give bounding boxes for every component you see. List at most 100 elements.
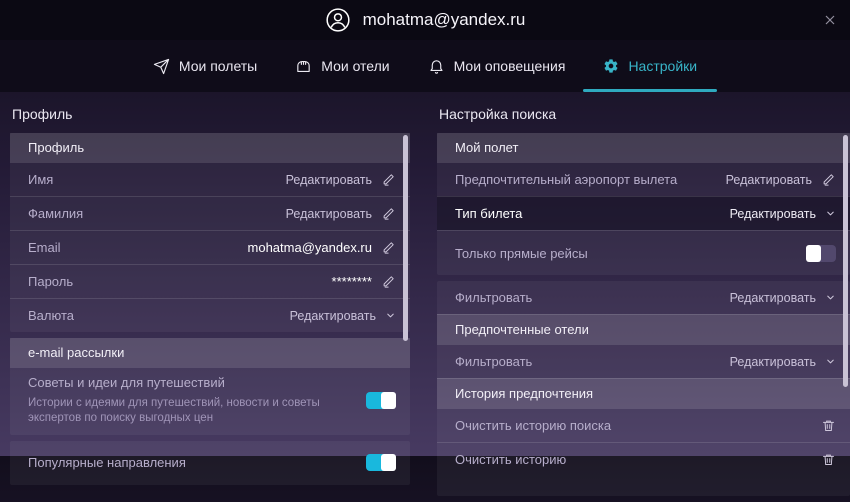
edit-label: Редактировать	[730, 291, 816, 305]
edit-preferred-airport-button[interactable]: Редактировать	[726, 172, 836, 187]
row-ticket-type: Тип билета Редактировать	[437, 196, 850, 230]
row-label: Только прямые рейсы	[455, 246, 588, 261]
group-header-label: Профиль	[28, 140, 84, 155]
pencil-icon	[821, 172, 836, 187]
row-description: Истории с идеями для путешествий, новост…	[28, 396, 340, 426]
filters-hotels-history-group: Фильтровать Редактировать Предпочтенные …	[437, 281, 850, 496]
popular-destinations-toggle[interactable]	[366, 454, 396, 471]
row-label: Очистить историю поиска	[455, 418, 611, 433]
toggle-knob	[806, 245, 821, 262]
chevron-down-icon	[825, 292, 836, 303]
pencil-icon	[381, 240, 396, 255]
profile-scrollbar[interactable]	[403, 135, 408, 341]
row-label: Тип билета	[455, 206, 522, 221]
group-header-label: История предпочтения	[455, 386, 593, 401]
toggle-knob	[381, 392, 396, 409]
edit-email-button[interactable]: mohatma@yandex.ru	[248, 240, 396, 255]
profile-group-header: Профиль	[10, 133, 410, 162]
account-email: mohatma@yandex.ru	[363, 10, 526, 30]
search-settings-title: Настройка поиска	[439, 106, 850, 122]
group-header-label: Мой полет	[455, 140, 518, 155]
edit-label: Редактировать	[290, 309, 376, 323]
edit-label: Редактировать	[286, 173, 372, 187]
clear-history-button[interactable]	[821, 452, 836, 467]
tab-my-hotels[interactable]: Мои отели	[292, 40, 392, 92]
tab-my-flights[interactable]: Мои полеты	[150, 40, 260, 92]
row-label: Фильтровать	[455, 290, 532, 305]
direct-flights-toggle[interactable]	[806, 245, 836, 262]
row-label: Советы и идеи для путешествий	[28, 375, 340, 390]
row-label: Валюта	[28, 308, 74, 323]
close-icon[interactable]	[822, 12, 838, 28]
row-preferred-airport: Предпочтительный аэропорт вылета Редакти…	[437, 162, 850, 196]
group-header-label: e-mail рассылки	[28, 345, 124, 360]
row-label: Имя	[28, 172, 53, 187]
row-popular-destinations: Популярные направления	[10, 441, 410, 485]
row-label: Очистить историю	[455, 452, 566, 467]
trash-icon	[821, 452, 836, 467]
row-last-name: Фамилия Редактировать	[10, 196, 410, 230]
pencil-icon	[381, 206, 396, 221]
edit-label: Редактировать	[286, 207, 372, 221]
row-label: Пароль	[28, 274, 73, 289]
row-clear-history-partial: Очистить историю	[437, 442, 850, 496]
chevron-down-icon	[825, 356, 836, 367]
my-flight-header: Мой полет	[437, 133, 850, 162]
search-settings-section: Настройка поиска Мой полет Предпочтитель…	[437, 106, 850, 502]
pencil-icon	[381, 172, 396, 187]
edit-last-name-button[interactable]: Редактировать	[286, 206, 396, 221]
toggle-label-wrap: Советы и идеи для путешествий Истории с …	[28, 375, 340, 426]
edit-currency-button[interactable]: Редактировать	[290, 309, 396, 323]
row-label: Популярные направления	[28, 455, 186, 470]
bell-icon	[428, 58, 445, 75]
edit-password-button[interactable]: ********	[332, 274, 396, 289]
edit-filter-flights-button[interactable]: Редактировать	[730, 291, 836, 305]
profile-section-title: Профиль	[12, 106, 410, 122]
row-direct-flights-only: Только прямые рейсы	[437, 230, 850, 275]
row-label: Предпочтительный аэропорт вылета	[455, 172, 677, 187]
row-label: Email	[28, 240, 61, 255]
row-password: Пароль ********	[10, 264, 410, 298]
row-label: Фильтровать	[455, 354, 532, 369]
edit-label: Редактировать	[730, 355, 816, 369]
edit-label: Редактировать	[726, 173, 812, 187]
email-subscriptions-group: e-mail рассылки Советы и идеи для путеше…	[10, 338, 410, 435]
chevron-down-icon	[825, 208, 836, 219]
tab-label: Мои полеты	[179, 58, 257, 74]
chevron-down-icon	[385, 310, 396, 321]
plane-icon	[153, 58, 170, 75]
toggle-knob	[381, 454, 396, 471]
trash-icon	[821, 418, 836, 433]
search-settings-panel: Мой полет Предпочтительный аэропорт выле…	[437, 133, 850, 496]
tab-label: Мои оповещения	[454, 58, 566, 74]
my-flight-group: Мой полет Предпочтительный аэропорт выле…	[437, 133, 850, 275]
row-label: Фамилия	[28, 206, 83, 221]
clear-search-history-button[interactable]	[821, 418, 836, 433]
edit-filter-hotels-button[interactable]: Редактировать	[730, 355, 836, 369]
edit-first-name-button[interactable]: Редактировать	[286, 172, 396, 187]
tab-label: Настройки	[628, 58, 697, 74]
row-email: Email mohatma@yandex.ru	[10, 230, 410, 264]
settings-content: Профиль Профиль Имя Редактировать Фамили…	[0, 92, 850, 502]
tab-label: Мои отели	[321, 58, 389, 74]
row-clear-search-history: Очистить историю поиска	[437, 408, 850, 442]
tab-settings[interactable]: Настройки	[600, 40, 700, 92]
row-travel-tips: Советы и идеи для путешествий Истории с …	[10, 367, 410, 435]
bed-icon	[295, 58, 312, 75]
travel-tips-toggle[interactable]	[366, 392, 396, 409]
preferred-hotels-header: Предпочтенные отели	[437, 314, 850, 344]
profile-group: Профиль Имя Редактировать Фамилия Редакт…	[10, 133, 410, 332]
email-subscriptions-header: e-mail рассылки	[10, 338, 410, 367]
email-value: mohatma@yandex.ru	[248, 240, 372, 255]
tab-bar: Мои полеты Мои отели Мои оповещения Наст…	[0, 40, 850, 92]
tab-my-alerts[interactable]: Мои оповещения	[425, 40, 569, 92]
popular-destinations-group: Популярные направления	[10, 441, 410, 485]
password-value: ********	[332, 274, 372, 289]
gear-icon	[603, 58, 619, 74]
row-filter-flights: Фильтровать Редактировать	[437, 281, 850, 314]
group-header-label: Предпочтенные отели	[455, 322, 589, 337]
edit-ticket-type-button[interactable]: Редактировать	[730, 207, 836, 221]
history-header: История предпочтения	[437, 378, 850, 408]
search-settings-scrollbar[interactable]	[843, 135, 848, 387]
profile-section: Профиль Профиль Имя Редактировать Фамили…	[10, 106, 410, 502]
